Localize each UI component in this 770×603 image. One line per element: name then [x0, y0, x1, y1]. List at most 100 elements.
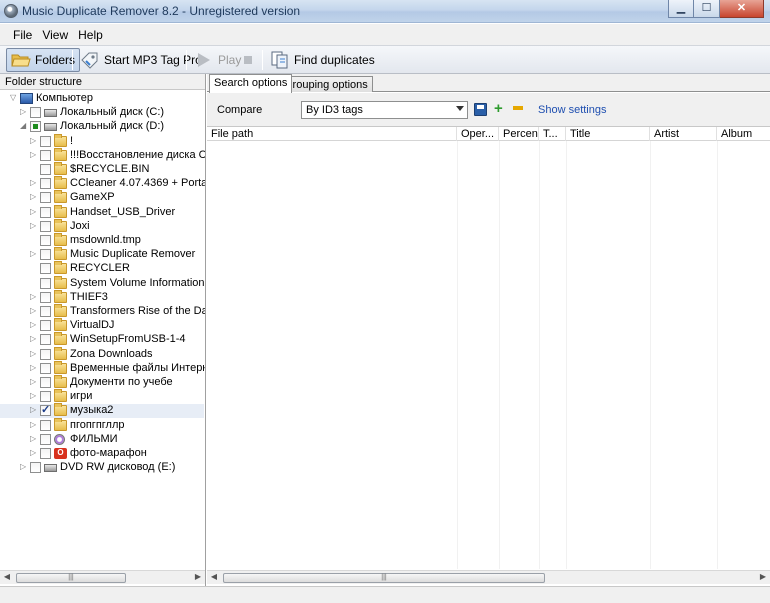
- remove-icon[interactable]: [513, 106, 523, 110]
- expand-arrow-icon[interactable]: ◢: [20, 121, 28, 130]
- tree-item-checkbox[interactable]: [40, 164, 51, 175]
- expand-arrow-icon[interactable]: ▷: [30, 150, 38, 159]
- tree-item[interactable]: ◢ Локальный диск (D:): [0, 120, 204, 134]
- tree-item-checkbox[interactable]: [40, 362, 51, 374]
- tree-item[interactable]: ▷ игри: [0, 389, 204, 404]
- expand-arrow-icon[interactable]: ▷: [20, 462, 28, 471]
- folders-button[interactable]: Folders: [6, 48, 81, 72]
- tree-item[interactable]: ▷ VirtualDJ: [0, 318, 204, 333]
- tree-item[interactable]: ▷ Временные файлы Интернета: [0, 360, 205, 376]
- expand-arrow-icon[interactable]: ▷: [30, 207, 38, 216]
- show-settings-link[interactable]: Show settings: [538, 104, 606, 116]
- expand-arrow-icon[interactable]: ▷: [30, 320, 38, 329]
- expand-arrow-icon[interactable]: ▷: [30, 448, 38, 457]
- column-title[interactable]: Title: [566, 127, 650, 141]
- column-t[interactable]: T...: [539, 127, 566, 141]
- save-icon[interactable]: [474, 103, 487, 116]
- tree-item-checkbox[interactable]: [40, 235, 51, 246]
- tree-item[interactable]: ▷ GameXP: [0, 190, 204, 205]
- tree-item[interactable]: ▷ Transformers Rise of the Dark Sp: [0, 304, 205, 319]
- column-album[interactable]: Album: [717, 127, 770, 141]
- expand-arrow-icon[interactable]: ▷: [30, 349, 38, 358]
- tree-item[interactable]: ▷ ФИЛЬМИ: [0, 433, 204, 447]
- column-artist[interactable]: Artist: [650, 127, 717, 141]
- expand-arrow-icon[interactable]: ▷: [30, 363, 38, 372]
- tree-item-checkbox[interactable]: [40, 291, 51, 303]
- scroll-right-arrow-icon[interactable]: ▶: [193, 572, 203, 581]
- tree-item[interactable]: ▷ Документи по учебе: [0, 375, 204, 390]
- tab-search-options[interactable]: Search options: [209, 74, 293, 93]
- expand-arrow-icon[interactable]: ▷: [20, 107, 28, 116]
- tree-item[interactable]: ▷ Локальный диск (C:): [0, 106, 204, 120]
- tree-item-checkbox[interactable]: [40, 448, 51, 459]
- expand-arrow-icon[interactable]: ▽: [10, 93, 18, 102]
- tree-item-checkbox[interactable]: [40, 263, 51, 275]
- tree-item[interactable]: RECYCLER: [0, 261, 204, 276]
- tree-item[interactable]: ▽ Компьютер: [0, 92, 204, 106]
- expand-arrow-icon[interactable]: ▷: [30, 249, 38, 258]
- menu-view[interactable]: View: [37, 24, 73, 45]
- expand-arrow-icon[interactable]: ▷: [30, 136, 38, 145]
- expand-arrow-icon[interactable]: ▷: [30, 377, 38, 386]
- column-operation[interactable]: Oper...: [457, 127, 499, 141]
- expand-arrow-icon[interactable]: ▷: [30, 334, 38, 343]
- tree-item-checkbox[interactable]: [40, 149, 51, 161]
- tree-item[interactable]: $RECYCLE.BIN: [0, 162, 204, 177]
- compare-select[interactable]: By ID3 tags: [301, 101, 468, 119]
- column-file-path[interactable]: File path: [207, 127, 457, 141]
- expand-arrow-icon[interactable]: ▷: [30, 391, 38, 400]
- tree-item[interactable]: ▷ Music Duplicate Remover: [0, 247, 204, 262]
- tree-item-checkbox[interactable]: [40, 334, 51, 346]
- tree-item[interactable]: ▷ Handset_USB_Driver: [0, 204, 204, 220]
- minimize-button[interactable]: ▁: [668, 0, 694, 18]
- tree-item-checkbox[interactable]: [40, 220, 51, 232]
- tree-item-checkbox[interactable]: [40, 277, 51, 289]
- results-hscrollbar[interactable]: ◀ ||| ▶: [207, 570, 770, 584]
- expand-arrow-icon[interactable]: ▷: [30, 405, 38, 414]
- tree-item[interactable]: ▷ Joxi: [0, 218, 204, 234]
- tree-item[interactable]: ▷ DVD RW дисковод (E:): [0, 461, 204, 475]
- tree-item[interactable]: System Volume Information: [0, 275, 205, 291]
- expand-arrow-icon[interactable]: ▷: [30, 178, 38, 187]
- tree-item-checkbox[interactable]: [40, 192, 51, 204]
- tree-item-checkbox[interactable]: [30, 121, 41, 133]
- tree-item-checkbox[interactable]: [40, 377, 51, 388]
- tree-item-checkbox[interactable]: [40, 320, 51, 332]
- scroll-right-arrow-icon[interactable]: ▶: [758, 572, 768, 581]
- menu-file[interactable]: File: [8, 24, 37, 45]
- scroll-left-arrow-icon[interactable]: ◀: [2, 572, 12, 581]
- tree-item-checkbox[interactable]: [40, 178, 51, 190]
- close-button[interactable]: ✕: [720, 0, 764, 18]
- tree-item-checkbox[interactable]: [40, 306, 51, 317]
- tree-item-checkbox[interactable]: [40, 433, 51, 445]
- expand-arrow-icon[interactable]: ▷: [30, 306, 38, 315]
- scroll-thumb[interactable]: |||: [16, 573, 126, 583]
- tree-item[interactable]: ▷ !!!Восстановление диска С: [0, 147, 205, 163]
- tree-item-checkbox[interactable]: [40, 391, 51, 403]
- find-duplicates-button[interactable]: Find duplicates: [266, 48, 379, 72]
- column-percent[interactable]: Percent: [499, 127, 539, 141]
- tree-item-checkbox[interactable]: [30, 462, 41, 474]
- tree-item[interactable]: ▷ WinSetupFromUSB-1-4: [0, 332, 204, 347]
- app-icon[interactable]: [4, 4, 18, 18]
- expand-arrow-icon[interactable]: ▷: [30, 434, 38, 443]
- tree-item-checkbox[interactable]: [40, 206, 51, 218]
- tree-item[interactable]: ▷ Oфото-марафон: [0, 447, 204, 461]
- expand-arrow-icon[interactable]: ▷: [30, 221, 38, 230]
- stop-button[interactable]: [238, 48, 262, 72]
- expand-arrow-icon[interactable]: ▷: [30, 420, 38, 429]
- tree-item-checkbox[interactable]: [40, 135, 51, 147]
- tree-item-checkbox[interactable]: [40, 403, 51, 417]
- tree-item[interactable]: ▷ THIEF3: [0, 289, 204, 305]
- tree-item-checkbox[interactable]: [40, 249, 51, 261]
- scroll-left-arrow-icon[interactable]: ◀: [209, 572, 219, 581]
- tree-item[interactable]: msdownld.tmp: [0, 233, 204, 248]
- tab-grouping-options[interactable]: Grouping options: [279, 76, 373, 92]
- expand-arrow-icon[interactable]: ▷: [30, 192, 38, 201]
- tree-item[interactable]: ▷ пгопгпгллр: [0, 417, 204, 433]
- tree-item[interactable]: ▷!: [0, 133, 204, 149]
- tree-item-checkbox[interactable]: [30, 107, 41, 119]
- scroll-thumb[interactable]: |||: [223, 573, 545, 583]
- tree-item-checkbox[interactable]: [40, 348, 51, 360]
- tree-item[interactable]: ▷ CCleaner 4.07.4369 + Portable: [0, 176, 205, 191]
